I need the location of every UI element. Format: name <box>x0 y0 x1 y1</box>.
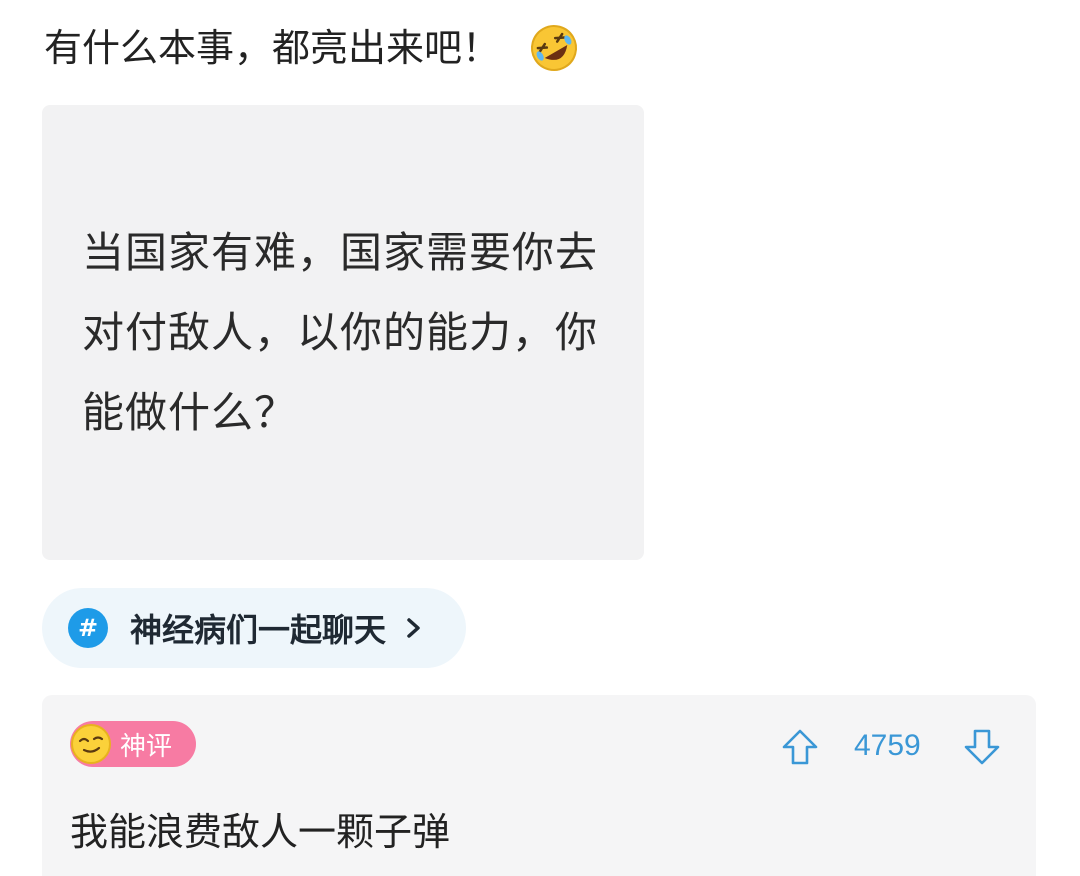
topic-label: 神经病们一起聊天 <box>130 611 387 649</box>
post-title-text: 有什么本事，都亮出来吧！ <box>44 26 501 70</box>
post-title: 有什么本事，都亮出来吧！ <box>44 20 580 76</box>
upvote-arrow-icon[interactable] <box>780 727 820 767</box>
downvote-arrow-icon[interactable] <box>962 727 1002 767</box>
god-comment-card: 神评 4759 我能浪费敌人一颗子弹 <box>42 695 1036 876</box>
post-page: 有什么本事，都亮出来吧！ 当国家有难，国家需要你去对付敌人，以你的能力，你能做什… <box>0 0 1080 876</box>
hashtag-icon: # <box>68 608 108 648</box>
god-comment-badge: 神评 <box>70 721 196 767</box>
chevron-right-icon <box>402 614 426 642</box>
upvote-count: 4759 <box>854 729 921 762</box>
rolling-on-floor-laughing-icon <box>528 22 580 74</box>
badge-label: 神评 <box>120 731 173 762</box>
quote-image[interactable]: 当国家有难，国家需要你去对付敌人，以你的能力，你能做什么？ <box>42 105 644 560</box>
topic-chip[interactable]: # 神经病们一起聊天 <box>42 588 466 668</box>
smirk-face-icon <box>68 721 114 767</box>
comment-text: 我能浪费敌人一颗子弹 <box>70 810 451 854</box>
quote-image-text: 当国家有难，国家需要你去对付敌人，以你的能力，你能做什么？ <box>82 228 599 437</box>
